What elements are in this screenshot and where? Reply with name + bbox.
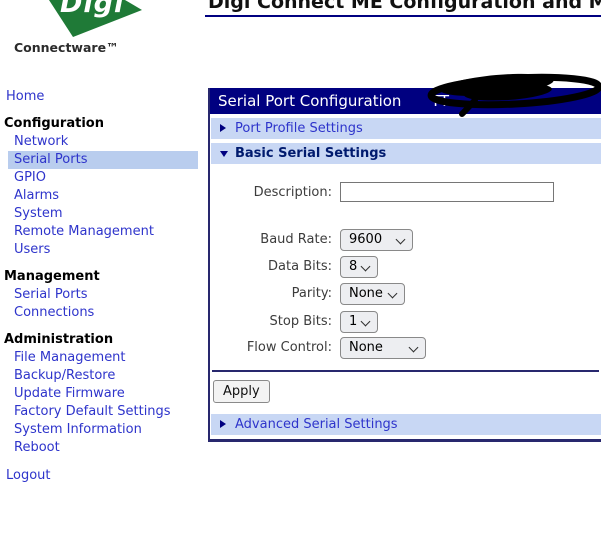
chevron-down-icon [388, 289, 398, 299]
section-basic-serial-settings[interactable]: Basic Serial Settings [211, 143, 601, 164]
form-row-stop-bits: Stop Bits: 1 [210, 311, 601, 333]
baud-rate-label: Baud Rate: [210, 229, 332, 251]
sidebar-item-file-management[interactable]: File Management [8, 349, 198, 367]
sidebar-item-alarms[interactable]: Alarms [8, 187, 198, 205]
form-row-flow-control: Flow Control: None [210, 337, 601, 359]
sidebar-item-serial-ports[interactable]: Serial Ports [8, 286, 198, 304]
sidebar-item-backup-restore[interactable]: Backup/Restore [8, 367, 198, 385]
description-input[interactable] [340, 182, 554, 202]
sidebar-item-remote-management[interactable]: Remote Management [8, 223, 198, 241]
sidebar-item-serial-ports[interactable]: Serial Ports [8, 151, 198, 169]
parity-value: None [349, 284, 383, 304]
sidebar-item-gpio[interactable]: GPIO [8, 169, 198, 187]
baud-rate-select[interactable]: 9600 [340, 229, 413, 251]
sidebar-sections: ConfigurationNetworkSerial PortsGPIOAlar… [0, 115, 202, 457]
sidebar-item-network[interactable]: Network [8, 133, 198, 151]
sidebar-item-system-information[interactable]: System Information [8, 421, 198, 439]
section-port-profile-settings[interactable]: Port Profile Settings [211, 118, 601, 139]
chevron-down-icon [396, 235, 406, 245]
sidebar-section-title-management: Management [4, 268, 202, 286]
parity-label: Parity: [210, 283, 332, 305]
apply-button[interactable]: Apply [213, 380, 270, 403]
chevron-down-icon [361, 262, 371, 272]
data-bits-select[interactable]: 8 [340, 256, 378, 278]
chevron-down-icon [409, 343, 419, 353]
sidebar-section-title-administration: Administration [4, 331, 202, 349]
redacted-port-name-fragment: TT [431, 88, 449, 114]
stop-bits-label: Stop Bits: [210, 311, 332, 333]
form-row-parity: Parity: None [210, 283, 601, 305]
flow-control-label: Flow Control: [210, 337, 332, 359]
data-bits-value: 8 [349, 257, 357, 277]
form-row-description: Description: [210, 182, 601, 204]
baud-rate-value: 9600 [349, 230, 382, 250]
sidebar-nav: Home ConfigurationNetworkSerial PortsGPI… [0, 88, 202, 485]
sidebar-item-update-firmware[interactable]: Update Firmware [8, 385, 198, 403]
connectware-tagline: Connectware™ [14, 40, 119, 55]
panel-header: Serial Port Configuration TT [210, 88, 601, 114]
sidebar-item-reboot[interactable]: Reboot [8, 439, 198, 457]
digi-logo-text: Digi [60, 0, 124, 19]
panel-title: Serial Port Configuration [218, 88, 401, 114]
form-divider [212, 370, 599, 372]
section-advanced-serial-settings[interactable]: Advanced Serial Settings [211, 414, 601, 435]
form-row-baud-rate: Baud Rate: 9600 [210, 229, 601, 251]
flow-control-select[interactable]: None [340, 337, 426, 359]
chevron-down-icon [361, 317, 371, 327]
sidebar-item-logout[interactable]: Logout [6, 467, 202, 485]
sidebar-item-users[interactable]: Users [8, 241, 198, 259]
description-label: Description: [210, 182, 332, 204]
sidebar-item-factory-default-settings[interactable]: Factory Default Settings [8, 403, 198, 421]
sidebar-item-home[interactable]: Home [6, 88, 202, 106]
expanded-triangle-icon [220, 151, 228, 157]
sidebar-section-title-configuration: Configuration [4, 115, 202, 133]
collapsed-triangle-icon [220, 124, 226, 132]
title-underline [205, 15, 601, 17]
form-row-data-bits: Data Bits: 8 [210, 256, 601, 278]
sidebar-item-system[interactable]: System [8, 205, 198, 223]
collapsed-triangle-icon [220, 420, 226, 428]
parity-select[interactable]: None [340, 283, 405, 305]
stop-bits-select[interactable]: 1 [340, 311, 378, 333]
flow-control-value: None [349, 338, 383, 358]
page: Digi Connectware™ Digi Connect ME Config… [0, 0, 601, 544]
serial-port-config-panel: Serial Port Configuration TT Port Profil… [208, 88, 601, 442]
stop-bits-value: 1 [349, 312, 357, 332]
sidebar-item-connections[interactable]: Connections [8, 304, 198, 322]
page-title: Digi Connect ME Configuration and Manage… [208, 0, 601, 13]
data-bits-label: Data Bits: [210, 256, 332, 278]
